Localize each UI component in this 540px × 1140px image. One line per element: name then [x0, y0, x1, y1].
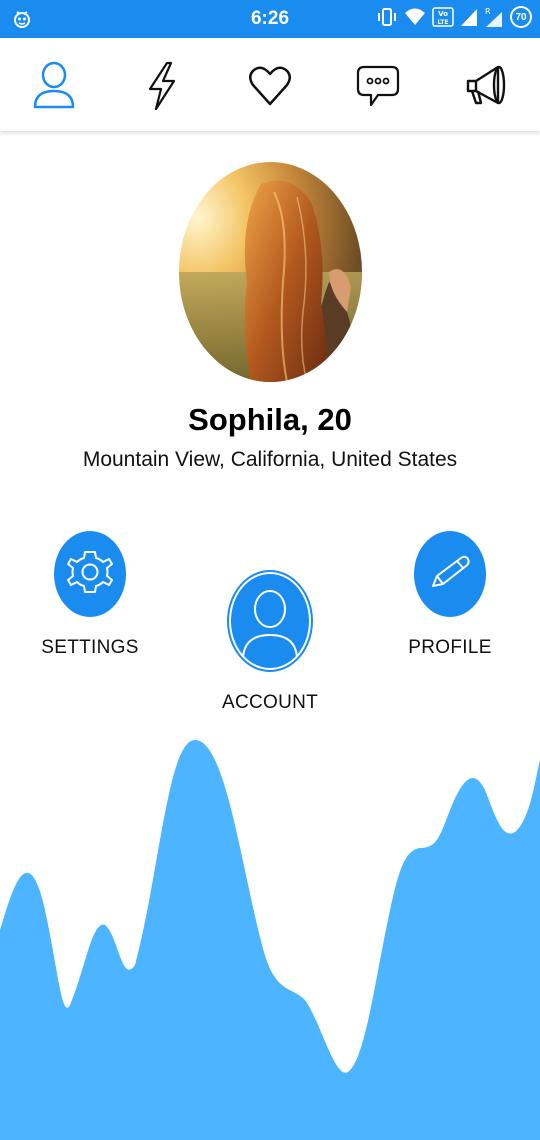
- pencil-icon: [427, 552, 473, 597]
- nav-likes[interactable]: [242, 58, 298, 114]
- user-icon: [32, 61, 76, 111]
- roaming-signal-icon: R: [484, 6, 504, 28]
- decorative-wave: [0, 740, 540, 1140]
- status-bar: 6:26 Vo LTE R 70: [0, 0, 540, 38]
- gear-icon: [64, 544, 116, 605]
- vibrate-icon: [376, 6, 398, 28]
- account-label[interactable]: ACCOUNT: [200, 692, 340, 714]
- profile-location: Mountain View, California, United States: [82, 448, 458, 471]
- megaphone-icon: [464, 63, 508, 109]
- nav-profile[interactable]: [26, 58, 82, 114]
- settings-button[interactable]: [54, 531, 126, 617]
- settings-label[interactable]: SETTINGS: [20, 637, 160, 659]
- svg-text:R: R: [485, 7, 491, 16]
- nav-announcements[interactable]: [458, 58, 514, 114]
- volte-icon: Vo LTE: [432, 6, 454, 28]
- profile-photo[interactable]: [179, 162, 362, 382]
- lightning-icon: [147, 61, 177, 111]
- battery-icon: 70: [510, 6, 532, 28]
- svg-text:Vo: Vo: [438, 10, 448, 18]
- profile-name: Sophila, 20: [188, 402, 352, 437]
- nav-messages[interactable]: [350, 58, 406, 114]
- chat-icon: [356, 63, 400, 109]
- svg-text:LTE: LTE: [437, 19, 448, 26]
- nav-activity[interactable]: [134, 58, 190, 114]
- top-nav: [0, 38, 540, 131]
- heart-icon: [248, 64, 292, 108]
- user-icon: [239, 579, 301, 664]
- wifi-icon: [404, 7, 426, 27]
- edit-profile-button[interactable]: [414, 531, 486, 617]
- signal-icon: [460, 7, 478, 27]
- account-button[interactable]: [227, 570, 313, 672]
- profile-label[interactable]: PROFILE: [380, 637, 520, 659]
